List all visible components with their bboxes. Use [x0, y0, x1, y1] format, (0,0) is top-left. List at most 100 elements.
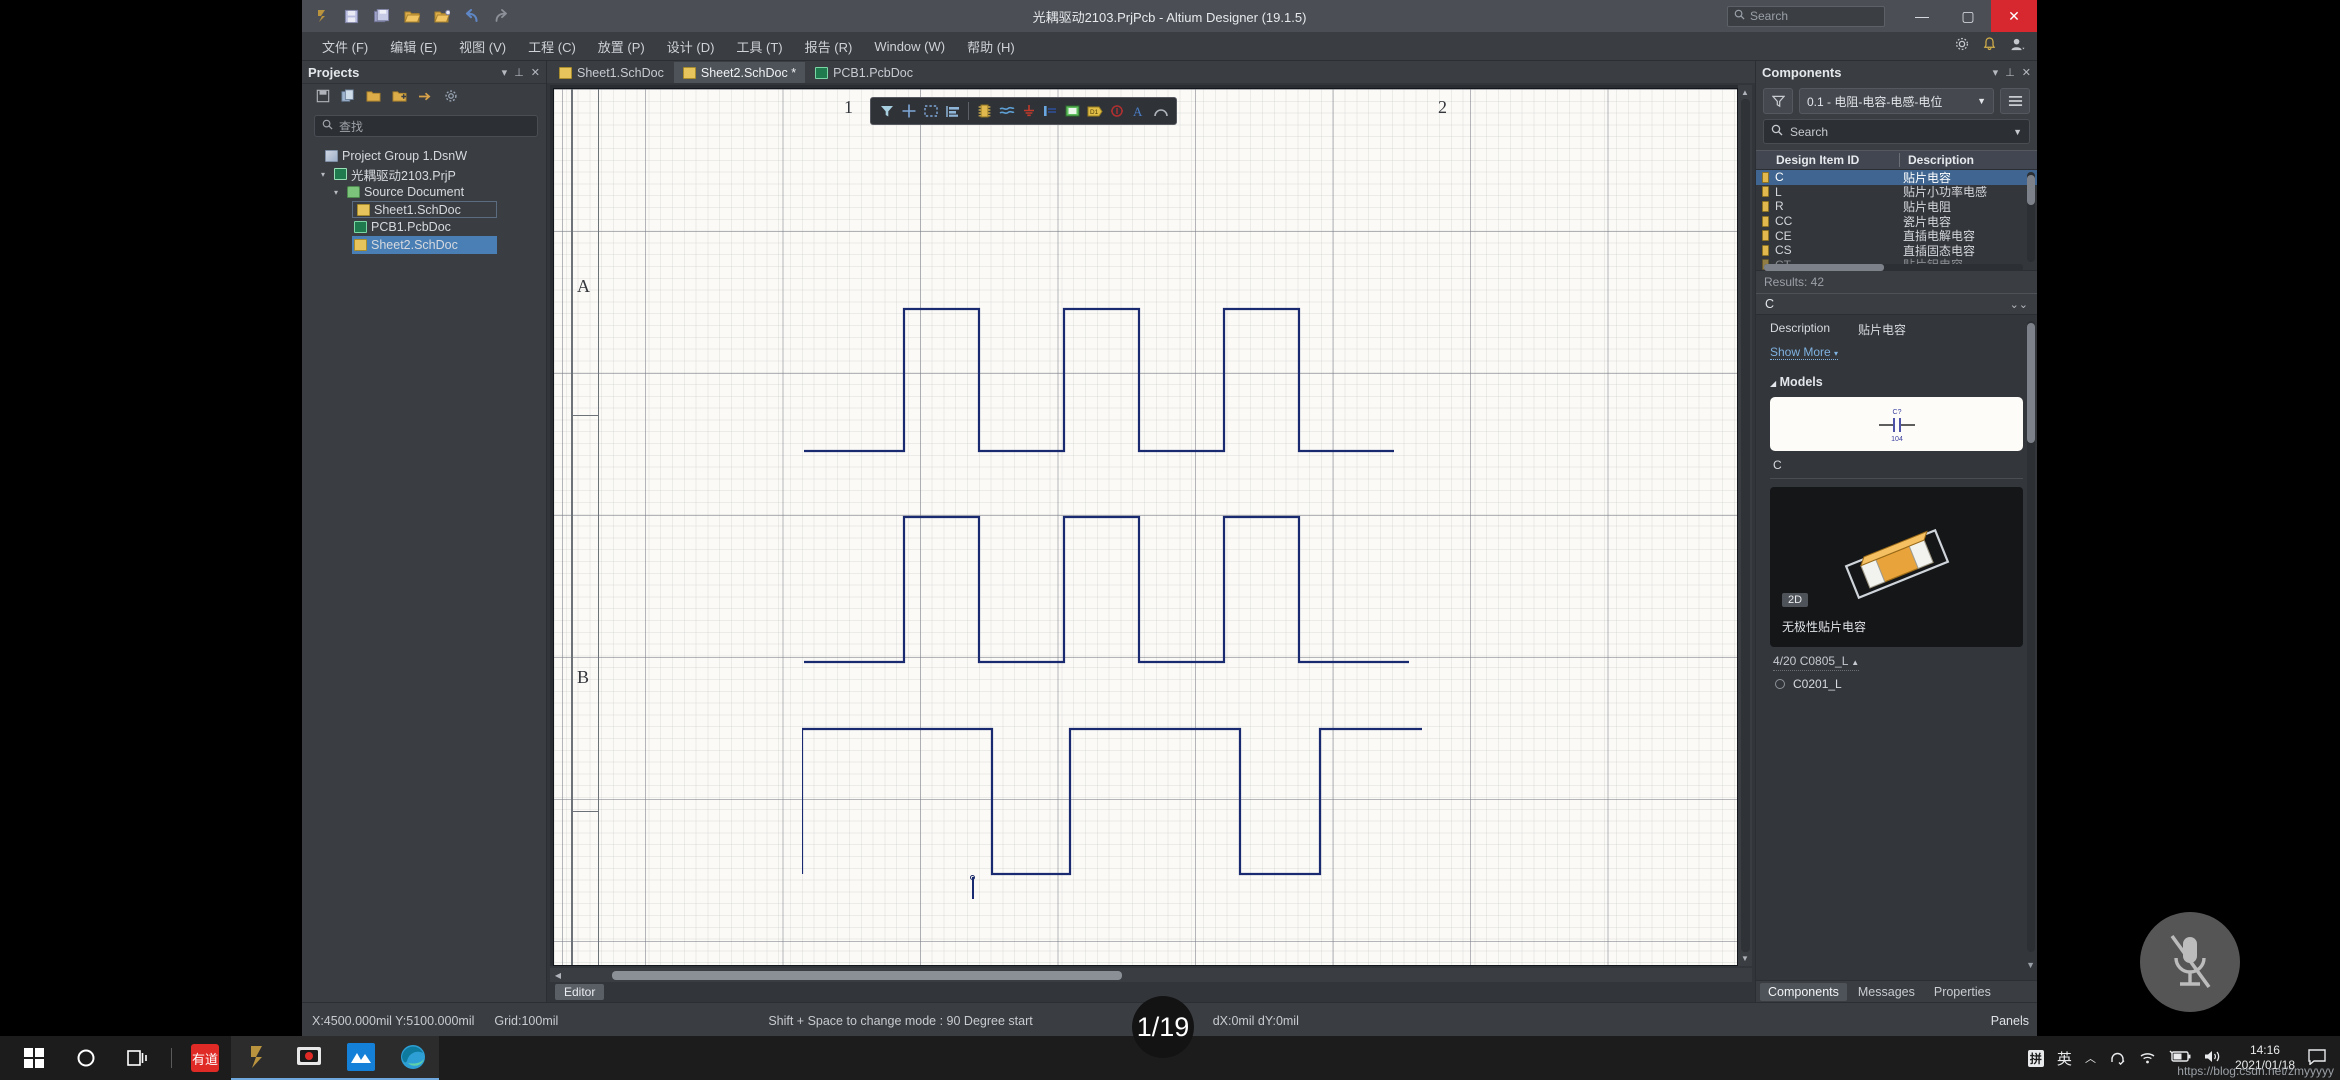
tab-pcb1[interactable]: PCB1.PcbDoc: [806, 62, 922, 83]
footprint-3d-preview[interactable]: 2D 无极性贴片电容: [1770, 487, 2023, 647]
component-search-input[interactable]: Search ▼: [1763, 119, 2030, 144]
schematic-canvas[interactable]: 1 2 A B D1 A: [553, 88, 1738, 966]
wifi-icon[interactable]: [2139, 1050, 2156, 1067]
app-blue-button[interactable]: [335, 1036, 387, 1080]
menu-tools[interactable]: 工具 (T): [726, 34, 792, 59]
menu-reports[interactable]: 报告 (R): [795, 34, 863, 59]
radio-icon[interactable]: [1775, 679, 1785, 689]
footprint-option-row[interactable]: C0201_L: [1775, 677, 2029, 691]
chevron-up-icon[interactable]: ▲: [1851, 658, 1859, 667]
column-design-item-id[interactable]: Design Item ID: [1756, 153, 1900, 167]
table-vertical-scrollbar[interactable]: [2027, 172, 2035, 262]
editor-button[interactable]: Editor: [555, 984, 605, 1000]
gear-icon[interactable]: [1955, 37, 1969, 56]
tree-item-pcb1[interactable]: PCB1.PcbDoc: [312, 218, 546, 236]
menu-icon[interactable]: [2000, 88, 2030, 114]
waveform-trace-a[interactable]: [804, 299, 1424, 479]
net-label-icon[interactable]: D1: [1085, 102, 1104, 121]
ime-language-indicator[interactable]: 英: [2057, 1048, 2072, 1069]
start-button[interactable]: [8, 1036, 60, 1080]
pin-icon[interactable]: ⊥: [2005, 66, 2015, 79]
screen-recorder-button[interactable]: [283, 1036, 335, 1080]
bell-icon[interactable]: [1983, 36, 1996, 56]
minimize-button[interactable]: —: [1899, 0, 1945, 32]
menu-edit[interactable]: 编辑 (E): [380, 34, 447, 59]
table-row[interactable]: CC 瓷片电容: [1756, 214, 2037, 229]
waveform-trace-c[interactable]: [802, 719, 1422, 904]
ground-icon[interactable]: [1019, 102, 1038, 121]
open-icon[interactable]: [401, 6, 422, 27]
select-area-icon[interactable]: [921, 102, 940, 121]
component-detail-header[interactable]: C ⌄⌄: [1756, 293, 2037, 315]
column-description[interactable]: Description: [1900, 153, 1974, 167]
edge-browser-button[interactable]: [387, 1036, 439, 1080]
component-table-body[interactable]: C 贴片电容 L 贴片小功率电感 R 贴片电阻 CC 瓷片电容 CE 直插电解电…: [1756, 170, 2037, 272]
port-icon[interactable]: [1041, 102, 1060, 121]
chevron-down-icon[interactable]: ▾: [1993, 66, 1999, 79]
tree-item-project[interactable]: ▾ 光耦驱动2103.PrjP: [312, 165, 546, 183]
table-row[interactable]: CS 直插固态电容: [1756, 243, 2037, 258]
save-all-icon[interactable]: [371, 6, 392, 27]
altium-designer-button[interactable]: [231, 1036, 283, 1080]
models-header[interactable]: ◢ Models: [1770, 375, 2029, 389]
menu-file[interactable]: 文件 (F): [312, 34, 378, 59]
chevron-down-icon[interactable]: ▼: [2013, 127, 2022, 137]
tab-sheet2[interactable]: Sheet2.SchDoc *: [673, 62, 806, 83]
headset-icon[interactable]: [2109, 1049, 2126, 1068]
panels-button[interactable]: Panels: [1991, 1014, 2029, 1028]
ime-pinyin-indicator[interactable]: 拼: [2027, 1049, 2044, 1067]
scroll-thumb[interactable]: [612, 970, 1122, 980]
tree-item-project-group[interactable]: Project Group 1.DsnW: [312, 147, 546, 165]
canvas-horizontal-scrollbar[interactable]: ◀: [550, 968, 1752, 982]
close-icon[interactable]: ✕: [2022, 66, 2031, 79]
youdao-dict-button[interactable]: 有道: [179, 1036, 231, 1080]
global-search-input[interactable]: Search: [1727, 5, 1885, 27]
library-select[interactable]: 0.1 - 电阻-电容-电感-电位 ▼: [1799, 88, 1994, 114]
save-icon[interactable]: [316, 89, 330, 106]
canvas-vertical-scrollbar[interactable]: ▲ ▼: [1738, 85, 1752, 966]
table-row[interactable]: CE 直插电解电容: [1756, 228, 2037, 243]
menu-window[interactable]: Window (W): [864, 36, 955, 57]
text-icon[interactable]: A: [1129, 102, 1148, 121]
close-icon[interactable]: ✕: [531, 66, 540, 79]
scroll-down-arrow[interactable]: ▼: [1741, 954, 1749, 963]
detail-scroll-down-arrow[interactable]: ▼: [2026, 960, 2035, 970]
altium-logo-icon[interactable]: [311, 6, 332, 27]
open-project-icon[interactable]: [431, 6, 452, 27]
table-horizontal-scrollbar[interactable]: [1764, 264, 2023, 271]
component-icon[interactable]: [975, 102, 994, 121]
chevron-down-icon[interactable]: ▾: [502, 66, 508, 79]
scroll-left-arrow[interactable]: ◀: [552, 971, 564, 980]
chevron-up-icon[interactable]: ︿: [2085, 1050, 2096, 1066]
maximize-button[interactable]: ▢: [1945, 0, 1991, 32]
tree-item-source-document[interactable]: ▾ Source Document: [312, 183, 546, 201]
microphone-muted-icon[interactable]: [2140, 912, 2240, 1012]
task-view-button[interactable]: [112, 1036, 164, 1080]
compile-icon[interactable]: [418, 90, 433, 106]
filter-icon[interactable]: [1763, 88, 1793, 114]
menu-place[interactable]: 放置 (P): [588, 34, 655, 59]
menu-design[interactable]: 设计 (D): [657, 34, 725, 59]
no-erc-icon[interactable]: [1107, 102, 1126, 121]
table-row[interactable]: L 贴片小功率电感: [1756, 185, 2037, 199]
tree-item-sheet2[interactable]: Sheet2.SchDoc: [352, 236, 497, 254]
collapse-caret-icon[interactable]: ◢: [1770, 379, 1776, 388]
footprint-counter[interactable]: 4/20 C0805_L ▲: [1773, 654, 1860, 671]
save-icon[interactable]: [341, 6, 362, 27]
cortana-search-button[interactable]: [60, 1036, 112, 1080]
tab-sheet1[interactable]: Sheet1.SchDoc: [550, 62, 673, 83]
menu-project[interactable]: 工程 (C): [518, 34, 586, 59]
wire-icon[interactable]: [997, 102, 1016, 121]
crosshair-icon[interactable]: [899, 102, 918, 121]
tab-properties[interactable]: Properties: [1926, 983, 1999, 1001]
chevron-double-down-icon[interactable]: ⌄⌄: [2010, 298, 2028, 311]
redo-icon[interactable]: [491, 6, 512, 27]
filter-icon[interactable]: [877, 102, 896, 121]
tab-messages[interactable]: Messages: [1850, 983, 1923, 1001]
view-mode-badge[interactable]: 2D: [1782, 593, 1809, 607]
user-icon[interactable]: [2010, 37, 2025, 56]
tab-components[interactable]: Components: [1760, 982, 1847, 1001]
tree-caret[interactable]: ▾: [334, 188, 343, 197]
menu-help[interactable]: 帮助 (H): [957, 34, 1025, 59]
undo-icon[interactable]: [461, 6, 482, 27]
